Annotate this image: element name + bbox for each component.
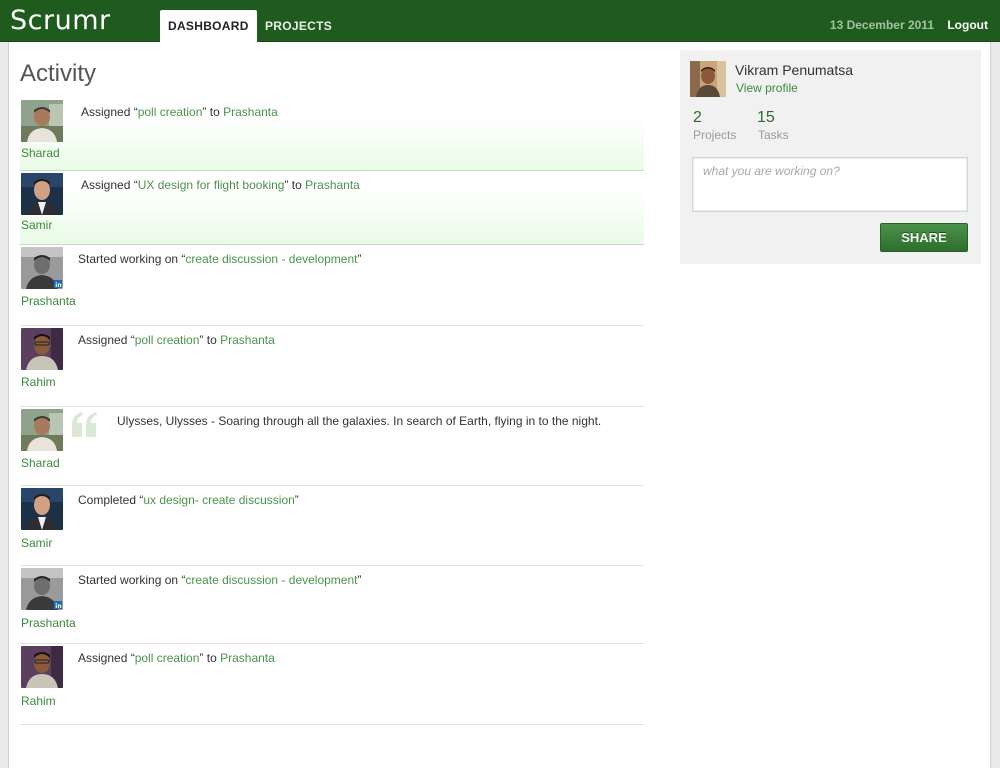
activity-item: Sharad Assigned “poll creation” to Prasha…: [20, 98, 644, 171]
user-avatar[interactable]: [21, 488, 63, 530]
activity-item: in Prashanta Started working on “create di…: [20, 566, 644, 644]
activity-item: Rahim Assigned “poll creation” to Prashan…: [20, 326, 644, 407]
activity-verb: Completed “: [78, 493, 144, 507]
task-link[interactable]: create discussion - development: [185, 252, 357, 266]
activity-connector: ”: [294, 493, 299, 507]
status-message: Ulysses, Ulysses - Soaring through all t…: [117, 414, 602, 428]
assignee-link[interactable]: Prashanta: [220, 651, 275, 665]
activity-verb: Assigned “: [78, 651, 135, 665]
user-name-link[interactable]: Prashanta: [21, 294, 76, 308]
user-avatar[interactable]: [21, 100, 63, 142]
activity-connector: ” to: [202, 105, 224, 119]
activity-text: Assigned “poll creation” to Prashanta: [78, 651, 275, 665]
tasks-count[interactable]: 15: [757, 109, 775, 127]
user-avatar[interactable]: in: [21, 568, 63, 610]
activity-connector: ”: [357, 252, 362, 266]
activity-feed: Sharad Assigned “poll creation” to Prasha…: [20, 98, 644, 725]
assignee-link[interactable]: Prashanta: [220, 333, 275, 347]
svg-text:in: in: [55, 282, 61, 289]
tab-projects[interactable]: PROJECTS: [257, 10, 340, 42]
activity-item: Rahim Assigned “poll creation” to Prashan…: [20, 644, 644, 725]
user-name-link[interactable]: Samir: [21, 536, 52, 550]
user-name-link[interactable]: Sharad: [21, 456, 60, 470]
activity-verb: Assigned “: [78, 333, 135, 347]
view-profile-link[interactable]: View profile: [736, 81, 798, 95]
profile-card: Vikram Penumatsa View profile 2 Projects…: [680, 50, 981, 264]
activity-verb: Started working on “: [78, 252, 186, 266]
activity-text: Assigned “poll creation” to Prashanta: [81, 105, 278, 119]
activity-connector: ” to: [284, 178, 306, 192]
user-name-link[interactable]: Sharad: [21, 146, 60, 160]
user-avatar[interactable]: [21, 646, 63, 688]
assignee-link[interactable]: Prashanta: [223, 105, 278, 119]
tasks-label: Tasks: [758, 128, 789, 142]
activity-text: Started working on “create discussion - …: [78, 573, 361, 587]
activity-connector: ”: [357, 573, 362, 587]
user-avatar[interactable]: [21, 409, 63, 451]
activity-item: in Prashanta Started working on “create di…: [20, 245, 644, 326]
user-name-link[interactable]: Rahim: [21, 375, 56, 389]
activity-text: Ulysses, Ulysses - Soaring through all t…: [117, 414, 601, 428]
user-avatar[interactable]: [21, 328, 63, 370]
quote-icon: [70, 411, 100, 439]
profile-avatar[interactable]: [690, 61, 726, 97]
user-name-link[interactable]: Samir: [21, 218, 52, 232]
tab-dashboard[interactable]: DASHBOARD: [160, 10, 257, 42]
current-date: 13 December 2011: [829, 18, 934, 32]
user-avatar[interactable]: [21, 173, 63, 215]
projects-count[interactable]: 2: [693, 109, 702, 127]
share-button[interactable]: SHARE: [880, 223, 968, 252]
user-avatar[interactable]: in: [21, 247, 63, 289]
main-content: Activity Sharad Assigned “poll creation” …: [8, 42, 991, 768]
activity-verb: Assigned “: [81, 178, 138, 192]
user-name-link[interactable]: Rahim: [21, 694, 56, 708]
user-name-link[interactable]: Prashanta: [21, 616, 76, 630]
svg-text:in: in: [55, 603, 61, 610]
projects-label: Projects: [693, 128, 737, 142]
activity-item: Sharad Ulysses, Ulysses - Soaring through…: [20, 407, 644, 486]
task-link[interactable]: poll creation: [135, 651, 200, 665]
activity-text: Started working on “create discussion - …: [78, 252, 361, 266]
activity-connector: ” to: [199, 333, 221, 347]
task-link[interactable]: poll creation: [138, 105, 203, 119]
page-title: Activity: [20, 60, 97, 87]
task-link[interactable]: ux design- create discussion: [143, 493, 294, 507]
activity-verb: Started working on “: [78, 573, 186, 587]
task-link[interactable]: UX design for flight booking: [138, 178, 285, 192]
status-input[interactable]: [692, 157, 968, 212]
activity-item: Samir Assigned “UX design for flight book…: [20, 171, 644, 245]
activity-text: Assigned “poll creation” to Prashanta: [78, 333, 275, 347]
logout-link[interactable]: Logout: [947, 18, 988, 32]
task-link[interactable]: poll creation: [135, 333, 200, 347]
assignee-link[interactable]: Prashanta: [305, 178, 360, 192]
top-bar: Scrumr DASHBOARD PROJECTS 13 December 20…: [0, 0, 1000, 42]
activity-text: Assigned “UX design for flight booking” …: [81, 178, 360, 192]
app-logo[interactable]: Scrumr: [10, 5, 111, 36]
profile-name: Vikram Penumatsa: [735, 62, 854, 78]
activity-item: Samir Completed “ux design- create discus…: [20, 486, 644, 566]
activity-verb: Assigned “: [81, 105, 138, 119]
activity-text: Completed “ux design- create discussion”: [78, 493, 299, 507]
task-link[interactable]: create discussion - development: [185, 573, 357, 587]
activity-connector: ” to: [199, 651, 221, 665]
